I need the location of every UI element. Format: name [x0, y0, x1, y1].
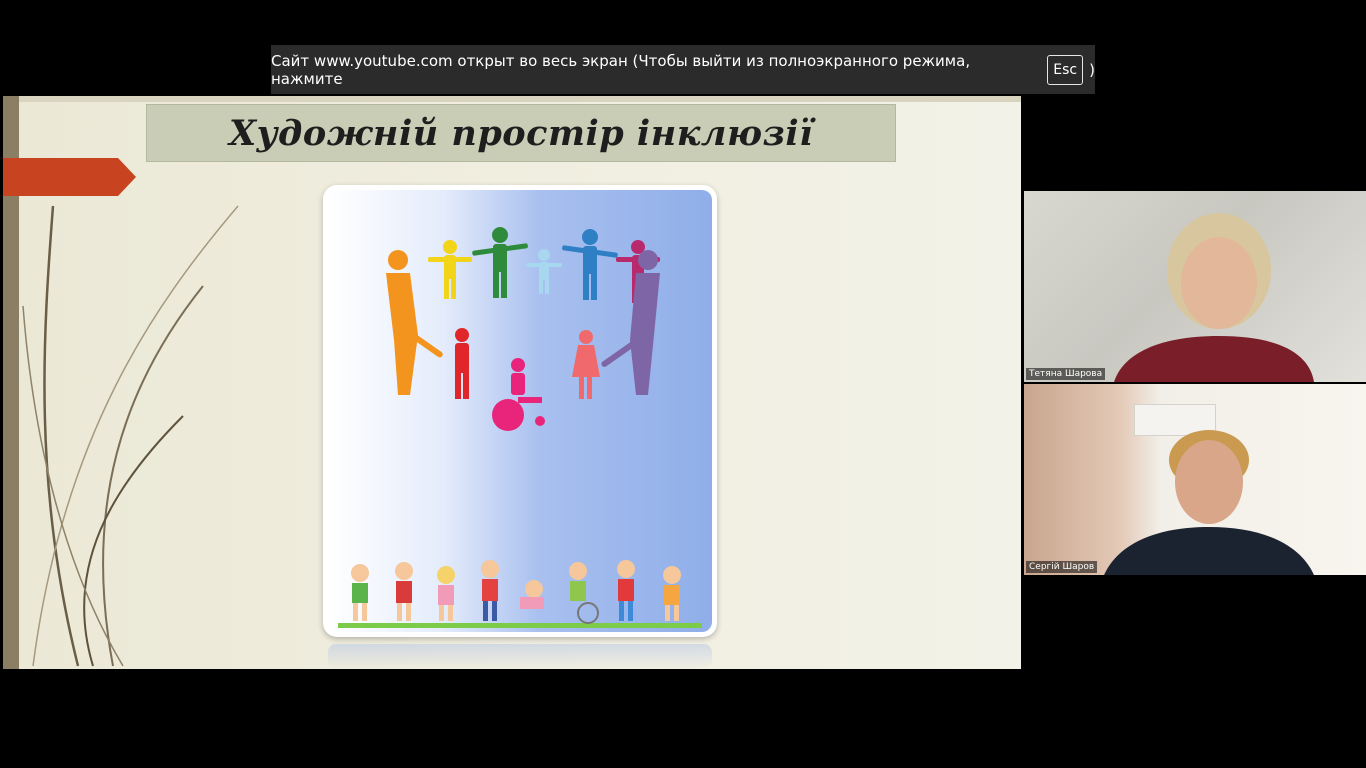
presentation-slide: Художній простір інклюзії: [3, 96, 1021, 669]
child-5: [520, 580, 544, 609]
participant-1-name: Тетяна Шарова: [1026, 368, 1106, 380]
child-6-wheelchair: [569, 562, 599, 624]
fullscreen-notice-close-paren: ): [1089, 60, 1095, 79]
figure-wheelchair: [492, 358, 545, 431]
slide-title: Художній простір інклюзії: [228, 112, 814, 154]
figure-purple-adult: [601, 250, 660, 395]
participant-2-name: Сергій Шаров: [1026, 561, 1098, 573]
figure-blue: [562, 229, 618, 300]
slide-illustration: [323, 185, 717, 637]
participant-video-2[interactable]: Сергій Шаров: [1024, 384, 1366, 575]
grass-decoration: [22, 205, 239, 667]
child-2: [395, 562, 413, 621]
fullscreen-notice: Сайт www.youtube.com открыт во весь экра…: [271, 45, 1095, 94]
figure-yellow: [428, 240, 472, 299]
figure-green: [472, 227, 528, 298]
participant-video-1[interactable]: Тетяна Шарова: [1024, 191, 1366, 382]
figure-red-child: [455, 328, 469, 399]
child-4: [481, 560, 499, 621]
figure-pink-child: [572, 330, 600, 399]
illustration-reflection: [328, 644, 712, 669]
children-drawing: [338, 560, 702, 628]
inclusion-heart-figures: [386, 227, 660, 431]
esc-key-hint: Esc: [1047, 54, 1084, 85]
child-1: [351, 564, 369, 621]
fullscreen-notice-text: Сайт www.youtube.com открыт во весь экра…: [271, 51, 971, 88]
illustration-background: [328, 190, 712, 632]
slide-top-edge: [3, 96, 1021, 102]
child-8: [663, 566, 681, 621]
slide-title-bar: Художній простір інклюзії: [146, 104, 896, 162]
participant-2-figure: [1104, 430, 1314, 575]
child-3: [437, 566, 455, 621]
participant-1-figure: [1114, 213, 1314, 382]
figure-lightblue: [526, 249, 562, 294]
arrow-decoration: [3, 158, 136, 196]
figure-orange-adult: [386, 250, 443, 395]
child-7: [617, 560, 635, 621]
